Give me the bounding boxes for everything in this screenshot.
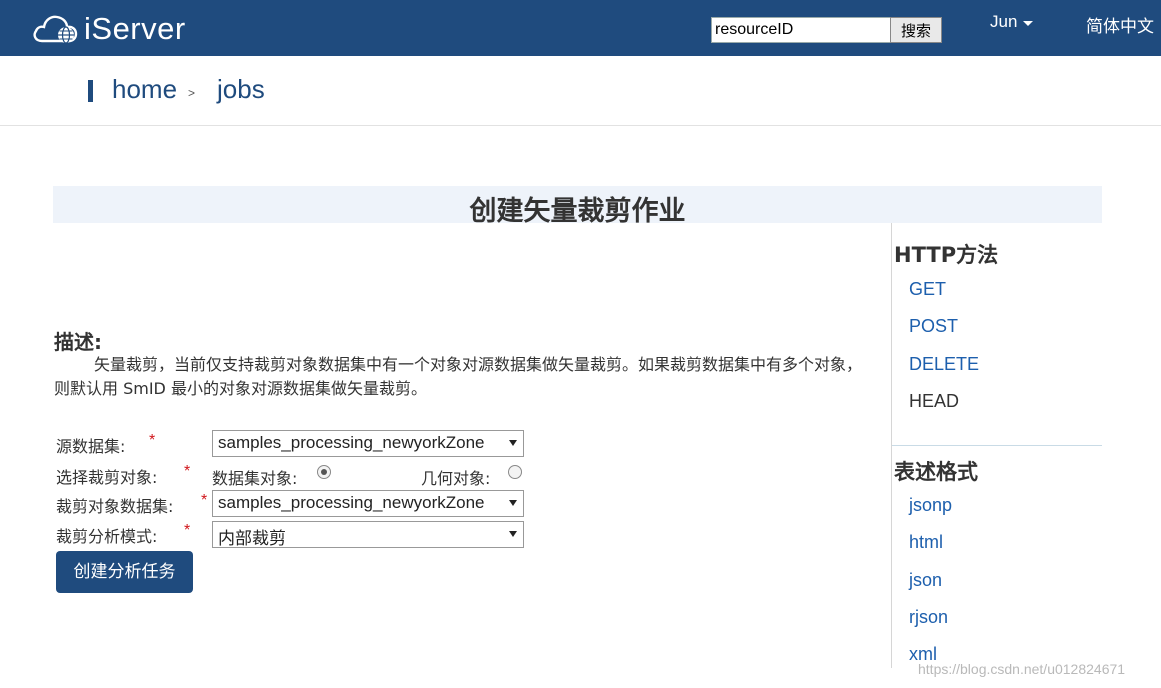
create-task-button[interactable]: 创建分析任务 <box>56 551 193 593</box>
language-switch[interactable]: 简体中文 <box>1086 12 1154 37</box>
source-dataset-label: 源数据集: <box>56 437 126 456</box>
format-jsonp-link[interactable]: jsonp <box>909 495 952 516</box>
method-post-link[interactable]: POST <box>909 316 958 337</box>
breadcrumb-separator: > <box>188 86 196 100</box>
right-sidebar: HTTP方法 GET POST DELETE HEAD 表述格式 jsonp h… <box>891 223 1102 668</box>
clip-mode-value: 内部裁剪 <box>218 529 286 548</box>
clip-dataset-value: samples_processing_newyorkZone <box>218 493 485 512</box>
sidebar-divider <box>892 445 1102 446</box>
http-methods-heading: HTTP方法 <box>894 243 999 267</box>
source-dataset-select[interactable]: samples_processing_newyorkZone <box>212 430 524 457</box>
breadcrumb-jobs-link[interactable]: jobs <box>217 74 265 105</box>
description-heading: 描述: <box>54 330 102 354</box>
option-dataset-label: 数据集对象: <box>212 469 298 488</box>
breadcrumb: home > jobs <box>0 56 1161 126</box>
user-menu[interactable]: Jun <box>990 12 1034 32</box>
format-json-link[interactable]: json <box>909 570 942 591</box>
logo[interactable]: iServer <box>32 10 186 46</box>
option-dataset-radio[interactable] <box>317 465 331 479</box>
required-mark: * <box>184 463 191 480</box>
format-html-link[interactable]: html <box>909 532 943 553</box>
required-mark: * <box>184 522 191 539</box>
clip-dataset-label: 裁剪对象数据集: <box>56 497 174 516</box>
description-text: 矢量裁剪，当前仅支持裁剪对象数据集中有一个对象对源数据集做矢量裁剪。如果裁剪数据… <box>54 355 863 398</box>
logo-text: iServer <box>84 10 186 46</box>
method-get-link[interactable]: GET <box>909 279 946 300</box>
dropdown-arrow-icon <box>509 440 517 446</box>
required-mark: * <box>149 432 156 449</box>
title-band: 创建矢量裁剪作业 <box>53 186 1102 227</box>
clip-mode-select[interactable]: 内部裁剪 <box>212 521 524 548</box>
top-navbar: iServer 搜索 Jun 简体中文 <box>0 0 1161 56</box>
format-rjson-link[interactable]: rjson <box>909 607 948 628</box>
clip-dataset-select[interactable]: samples_processing_newyorkZone <box>212 490 524 517</box>
dropdown-arrow-icon <box>509 500 517 506</box>
clip-object-label: 选择裁剪对象: <box>56 468 158 487</box>
breadcrumb-marker <box>88 80 93 102</box>
watermark: https://blog.csdn.net/u012824671 <box>918 661 1126 677</box>
dropdown-arrow-icon <box>509 531 517 537</box>
option-geometry-label: 几何对象: <box>421 469 491 488</box>
option-geometry-radio[interactable] <box>508 465 522 479</box>
search-button[interactable]: 搜索 <box>890 17 942 43</box>
clip-mode-label: 裁剪分析模式: <box>56 527 158 546</box>
user-name: Jun <box>990 12 1018 31</box>
cloud-globe-icon <box>32 11 80 45</box>
method-delete-link[interactable]: DELETE <box>909 354 979 375</box>
breadcrumb-home-link[interactable]: home <box>112 74 177 105</box>
method-head-label: HEAD <box>909 391 960 411</box>
search-input[interactable] <box>711 17 891 43</box>
formats-heading: 表述格式 <box>894 460 978 484</box>
caret-down-icon <box>1023 20 1034 26</box>
required-mark: * <box>201 492 208 509</box>
source-dataset-value: samples_processing_newyorkZone <box>218 433 485 452</box>
